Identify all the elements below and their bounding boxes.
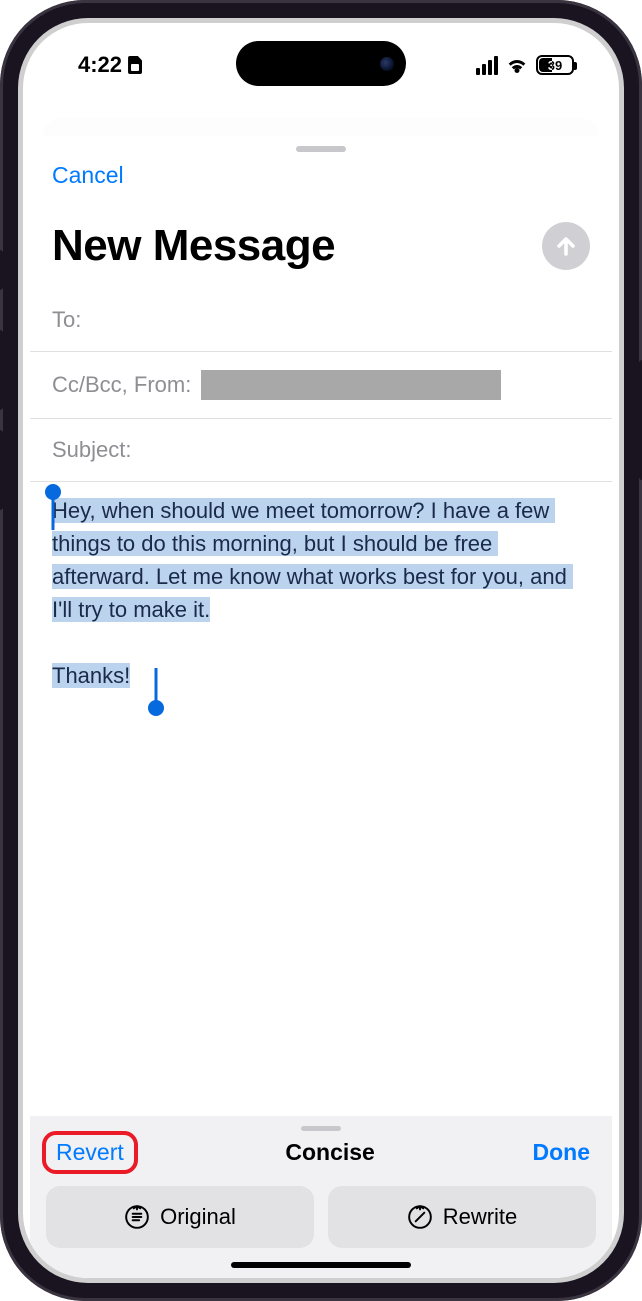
cellular-icon (476, 56, 498, 75)
original-icon (124, 1204, 150, 1230)
revert-highlight: Revert (42, 1131, 138, 1174)
from-address-redacted (201, 370, 501, 400)
arrow-up-icon (554, 234, 578, 258)
original-label: Original (160, 1204, 236, 1230)
done-button[interactable]: Done (532, 1139, 590, 1166)
cc-bcc-from-label: Cc/Bcc, From: (52, 372, 191, 398)
writing-mode-label: Concise (285, 1139, 374, 1166)
selected-text-main: Hey, when should we meet tomorrow? I hav… (52, 498, 573, 622)
subject-label: Subject: (52, 437, 132, 463)
rewrite-label: Rewrite (443, 1204, 518, 1230)
message-body[interactable]: Hey, when should we meet tomorrow? I hav… (30, 482, 612, 1116)
screen: 4:22 39 (23, 23, 619, 1278)
home-indicator[interactable] (231, 1262, 411, 1268)
subject-field[interactable]: Subject: (30, 419, 612, 482)
phone-frame: 4:22 39 (0, 0, 642, 1301)
send-button[interactable] (542, 222, 590, 270)
revert-button[interactable]: Revert (56, 1139, 124, 1165)
side-button (0, 250, 3, 290)
compose-title: New Message (52, 221, 335, 271)
cc-bcc-from-field[interactable]: Cc/Bcc, From: (30, 352, 612, 419)
battery-icon: 39 (536, 55, 574, 75)
volume-down-button (0, 430, 3, 510)
rewrite-icon (407, 1204, 433, 1230)
to-label: To: (52, 307, 81, 333)
selection-handle-start[interactable] (45, 484, 61, 500)
cancel-button[interactable]: Cancel (30, 152, 612, 189)
battery-level: 39 (548, 58, 562, 73)
wifi-icon (506, 57, 528, 73)
rewrite-button[interactable]: Rewrite (328, 1186, 596, 1248)
to-field[interactable]: To: (30, 289, 612, 352)
selected-text-thanks: Thanks! (52, 663, 130, 688)
original-button[interactable]: Original (46, 1186, 314, 1248)
status-time: 4:22 (78, 52, 122, 78)
compose-sheet: Cancel New Message To: Cc/Bcc, From: (30, 136, 612, 1278)
writing-tools-toolbar: Revert Concise Done Original (30, 1116, 612, 1278)
status-bar: 4:22 39 (23, 45, 619, 85)
sim-icon (128, 56, 142, 74)
toolbar-grabber[interactable] (301, 1126, 341, 1131)
bezel: 4:22 39 (18, 18, 624, 1283)
selection-handle-end[interactable] (148, 700, 164, 716)
volume-up-button (0, 330, 3, 410)
